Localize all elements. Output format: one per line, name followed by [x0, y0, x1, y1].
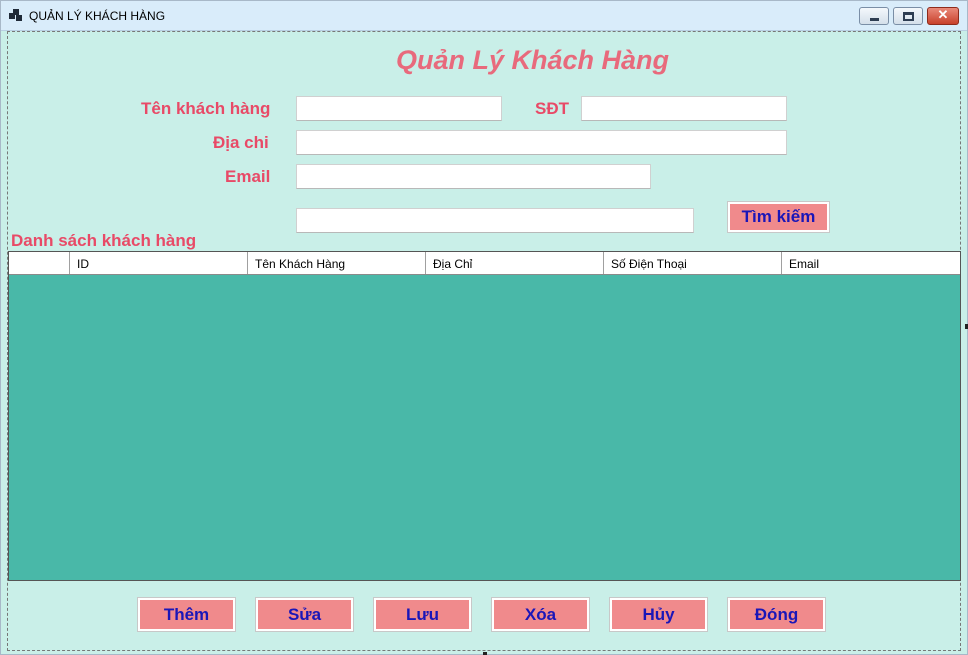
maximize-icon	[903, 12, 914, 21]
close-window-button[interactable]: ✕	[927, 7, 959, 25]
minimize-icon	[870, 18, 879, 21]
cancel-button[interactable]: Hủy	[610, 598, 707, 631]
customer-name-input[interactable]	[296, 96, 502, 121]
column-header-phone[interactable]: Số Điện Thoại	[604, 252, 782, 274]
table-header: ID Tên Khách Hàng Địa Chỉ Số Điện Thoại …	[9, 252, 960, 275]
close-button[interactable]: Đóng	[728, 598, 825, 631]
phone-input[interactable]	[581, 96, 787, 121]
row-header-column[interactable]	[9, 252, 70, 274]
maximize-button[interactable]	[893, 7, 923, 25]
app-icon	[9, 9, 23, 23]
close-icon: ✕	[937, 7, 949, 22]
save-button[interactable]: Lưu	[374, 598, 471, 631]
search-button[interactable]: Tìm kiếm	[728, 202, 829, 232]
email-input[interactable]	[296, 164, 651, 189]
page-title: Quản Lý Khách Hàng	[396, 45, 670, 75]
column-header-customer-name[interactable]: Tên Khách Hàng	[248, 252, 426, 274]
address-input[interactable]	[296, 130, 787, 155]
add-button[interactable]: Thêm	[138, 598, 235, 631]
phone-label: SĐT	[535, 99, 569, 118]
window-title: QUẢN LÝ KHÁCH HÀNG	[29, 9, 166, 23]
email-label: Email	[225, 167, 271, 186]
customer-list-caption: Danh sách khách hàng	[11, 231, 197, 250]
customer-table[interactable]: ID Tên Khách Hàng Địa Chỉ Số Điện Thoại …	[8, 251, 961, 581]
search-input[interactable]	[296, 208, 694, 233]
customer-management-window: QUẢN LÝ KHÁCH HÀNG ✕ Quản Lý Khách Hàng …	[0, 0, 968, 655]
minimize-button[interactable]	[859, 7, 889, 25]
column-header-id[interactable]: ID	[70, 252, 248, 274]
column-header-address[interactable]: Địa Chỉ	[426, 252, 604, 274]
customer-name-label: Tên khách hàng	[141, 99, 271, 118]
column-header-email[interactable]: Email	[782, 252, 960, 274]
delete-button[interactable]: Xóa	[492, 598, 589, 631]
title-bar[interactable]: QUẢN LÝ KHÁCH HÀNG ✕	[1, 1, 967, 31]
edit-button[interactable]: Sửa	[256, 598, 353, 631]
address-label: Địa chi	[213, 133, 269, 152]
